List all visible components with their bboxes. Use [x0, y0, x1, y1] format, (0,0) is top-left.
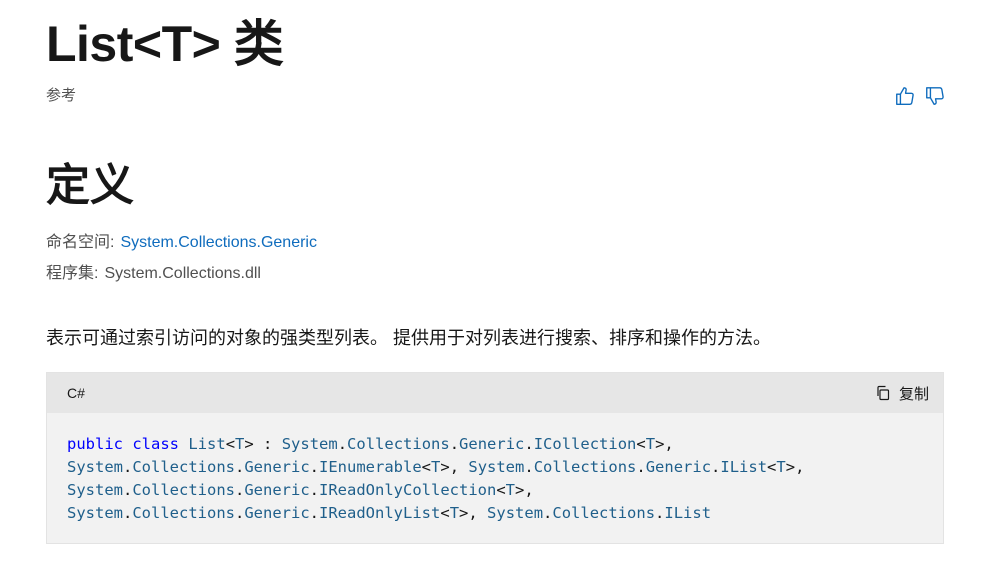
namespace-link[interactable]: System.Collections.Generic [120, 234, 317, 251]
code-token: T [449, 504, 460, 522]
page-category: 参考 [46, 87, 77, 104]
code-token: Generic [645, 458, 712, 476]
code-token: . [543, 504, 553, 522]
code-token: System [67, 504, 123, 522]
code-token: . [235, 481, 245, 499]
code-token: >, [440, 458, 469, 476]
code-token: . [309, 481, 320, 499]
thumbs-down-icon [926, 87, 944, 105]
code-token: . [123, 504, 133, 522]
code-token: System [281, 435, 338, 453]
code-token: . [235, 504, 245, 522]
code-token: System [487, 504, 544, 522]
code-token: < [225, 435, 236, 453]
code-token: Collections [552, 504, 656, 522]
definition-heading: 定义 [46, 161, 134, 210]
code-line: System.Collections.Generic.IReadOnlyList… [67, 502, 923, 525]
page-title: List<T> 类 [46, 16, 284, 72]
code-token: IList [720, 458, 768, 476]
code-block: C# 复制 public class List<T> : System.Coll… [46, 372, 944, 544]
code-token: >, [515, 481, 534, 499]
thumbs-up-icon [896, 87, 914, 105]
namespace-label: 命名空间: [46, 234, 115, 251]
code-token: Collections [533, 458, 637, 476]
code-token: IReadOnlyCollection [319, 481, 497, 499]
code-token: IEnumerable [319, 458, 422, 476]
code-token: . [636, 458, 646, 476]
code-token: T [235, 435, 245, 453]
assembly-label: 程序集: [46, 265, 99, 282]
code-token: >, [459, 504, 488, 522]
code-token: < [421, 458, 432, 476]
code-token: < [767, 458, 777, 476]
copy-icon [877, 385, 890, 401]
code-token: Generic [244, 504, 310, 522]
code-line: System.Collections.Generic.IEnumerable<T… [67, 456, 923, 479]
thumbs-up-button[interactable] [893, 84, 917, 108]
code-token: . [449, 435, 460, 453]
code-token: . [309, 504, 320, 522]
code-token: T [505, 481, 516, 499]
summary-text: 表示可通过索引访问的对象的强类型列表。 提供用于对列表进行搜索、排序和操作的方法… [46, 328, 771, 348]
code-token: >, [655, 435, 674, 453]
code-token: Collections [132, 481, 235, 499]
code-token: T [776, 458, 786, 476]
code-language: C# [67, 385, 85, 401]
code-token: Collections [132, 504, 235, 522]
code-token: System [468, 458, 525, 476]
code-token: . [337, 435, 348, 453]
docs-page: List<T> 类 参考 定义 命名空间: System.Collections.… [0, 0, 1000, 567]
code-token: Generic [244, 481, 310, 499]
code-token: IReadOnlyList [319, 504, 441, 522]
code-token: System [67, 458, 123, 476]
code-token: ICollection [533, 435, 637, 453]
assembly-row: 程序集: System.Collections.dll [46, 263, 261, 285]
code-token: < [496, 481, 506, 499]
code-token: >, [785, 458, 805, 476]
code-token: Generic [459, 435, 525, 453]
code-token: public [67, 435, 123, 453]
code-token: T [645, 435, 656, 453]
code-token: . [123, 458, 133, 476]
code-token: . [711, 458, 721, 476]
code-token: < [636, 435, 646, 453]
code-token: . [524, 435, 534, 453]
code-token: . [123, 481, 133, 499]
thumbs-down-button[interactable] [923, 84, 947, 108]
code-header: C# 复制 [47, 373, 943, 413]
code-token: Collections [347, 435, 450, 453]
code-line: System.Collections.Generic.IReadOnlyColl… [67, 479, 923, 502]
code-token: . [655, 504, 665, 522]
copy-label: 复制 [898, 385, 929, 403]
code-token: > : [244, 435, 282, 453]
code-token: List [188, 435, 226, 453]
code-token: class [132, 435, 180, 453]
code-token: < [440, 504, 450, 522]
code-token: . [524, 458, 534, 476]
code-token: Collections [132, 458, 235, 476]
namespace-row: 命名空间: System.Collections.Generic [46, 232, 317, 254]
code-token: System [67, 481, 123, 499]
code-token: T [431, 458, 441, 476]
code-token: IList [664, 504, 712, 522]
code-token: Generic [244, 458, 310, 476]
code-token: . [309, 458, 320, 476]
code-line: public class List<T> : System.Collection… [67, 433, 923, 456]
copy-button[interactable]: 复制 [875, 383, 929, 404]
assembly-value: System.Collections.dll [104, 265, 261, 282]
code-content[interactable]: public class List<T> : System.Collection… [47, 413, 943, 525]
code-token: . [235, 458, 245, 476]
